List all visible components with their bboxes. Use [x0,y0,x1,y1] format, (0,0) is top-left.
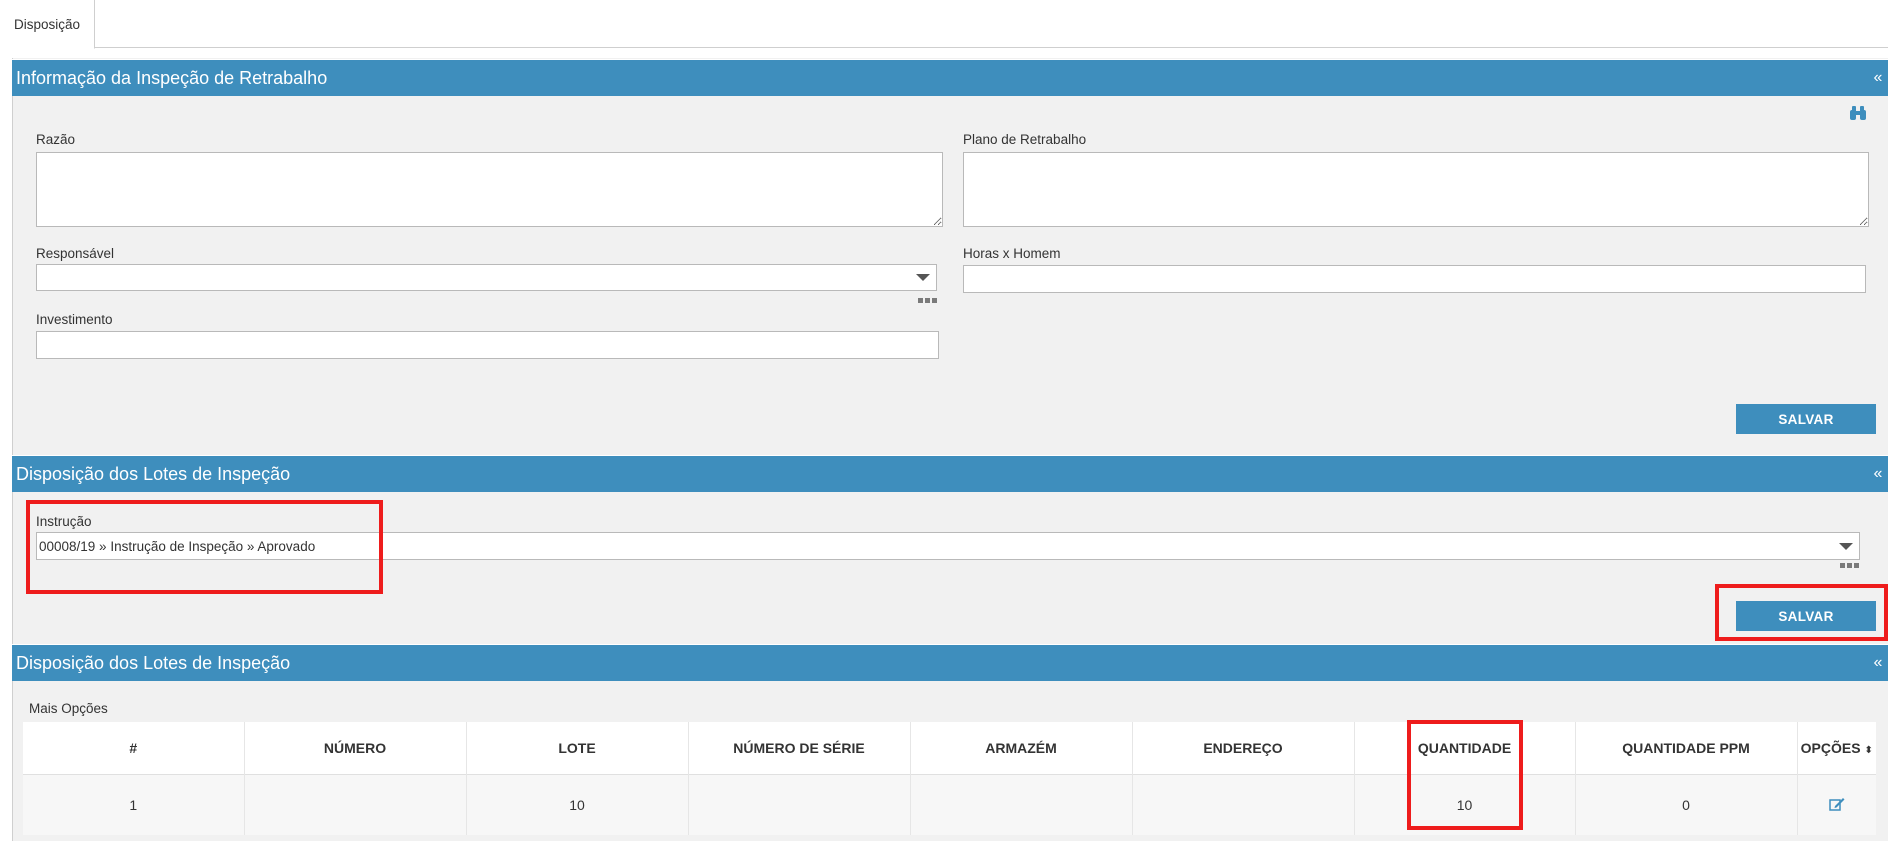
highlight-instrucao [26,500,383,594]
collapse-icon[interactable]: « [1868,69,1888,87]
cell-numero-serie [688,774,911,835]
collapse-icon[interactable]: « [1868,654,1888,672]
table-row: 1 10 10 0 [23,774,1876,835]
chevron-down-icon [1839,542,1853,550]
investimento-label: Investimento [36,312,113,327]
column-header-lote[interactable]: LOTE [466,722,689,775]
tab-disposicao[interactable]: Disposição [0,0,95,49]
panel-title: Informação da Inspeção de Retrabalho [16,67,328,88]
plano-retrabalho-label: Plano de Retrabalho [963,132,1087,147]
plano-retrabalho-textarea[interactable] [963,152,1869,227]
responsavel-select[interactable] [36,264,937,291]
cell-armazem [910,774,1133,835]
column-header-opcoes[interactable]: OPÇÕES ⬍ [1797,722,1876,775]
cell-index: 1 [23,774,245,835]
opcoes-label: OPÇÕES [1800,740,1861,756]
sort-icon[interactable]: ⬍ [1864,745,1872,756]
more-options-link[interactable]: Mais Opções [29,701,108,716]
panel-title: Disposição dos Lotes de Inspeção [16,652,291,673]
column-header-quantidade-ppm[interactable]: QUANTIDADE PPM [1575,722,1798,775]
more-dots-icon[interactable] [918,298,937,303]
razao-textarea[interactable] [36,152,943,227]
panel-header-disposicao: Disposição dos Lotes de Inspeção « [12,455,1888,492]
column-header-armazem[interactable]: ARMAZÉM [910,722,1133,775]
cell-quantidade-ppm: 0 [1575,774,1798,835]
lots-table: # NÚMERO LOTE NÚMERO DE SÉRIE ARMAZÉM EN… [23,722,1876,835]
column-header-index[interactable]: # [23,722,245,775]
panel-title: Disposição dos Lotes de Inspeção [16,463,291,484]
responsavel-label: Responsável [36,246,115,261]
razao-label: Razão [36,132,76,147]
collapse-icon[interactable]: « [1868,465,1888,483]
tab-bar [0,0,1888,48]
column-header-numero[interactable]: NÚMERO [244,722,467,775]
edit-icon[interactable] [1829,797,1845,814]
cell-lote: 10 [466,774,689,835]
cell-opcoes [1797,774,1876,835]
panel-header-disposicao-lotes: Disposição dos Lotes de Inspeção « [12,644,1888,681]
horas-homem-input[interactable] [963,265,1866,293]
chevron-down-icon [916,274,930,281]
table-header-row: # NÚMERO LOTE NÚMERO DE SÉRIE ARMAZÉM EN… [23,722,1876,775]
save-button[interactable]: SALVAR [1736,404,1876,434]
column-header-numero-serie[interactable]: NÚMERO DE SÉRIE [688,722,911,775]
highlight-quantidade [1407,720,1523,830]
horas-homem-label: Horas x Homem [963,246,1061,261]
cell-numero [244,774,467,835]
binoculars-icon[interactable] [1849,105,1867,121]
highlight-save-button [1715,584,1888,641]
column-header-endereco[interactable]: ENDEREÇO [1132,722,1355,775]
cell-endereco [1132,774,1355,835]
panel-header-informacao: Informação da Inspeção de Retrabalho « [12,59,1888,96]
more-dots-icon[interactable] [1840,563,1859,568]
investimento-input[interactable] [36,331,939,359]
